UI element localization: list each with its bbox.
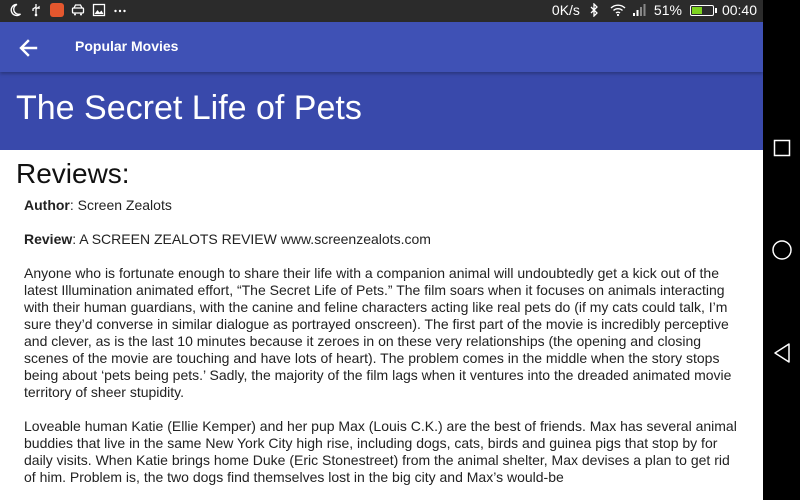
battery-level-fill [691, 6, 702, 14]
battery-icon [689, 4, 717, 16]
back-button[interactable] [14, 34, 42, 62]
system-navigation-bar [763, 0, 800, 500]
back-triangle-icon [774, 343, 790, 363]
review-paragraph: Loveable human Katie (Ellie Kemper) and … [24, 418, 737, 485]
toolbar-title: Popular Movies [75, 38, 179, 54]
reviews-content[interactable]: Reviews: Author: Screen Zealots Review: … [0, 150, 763, 500]
app-screen: 0K/s 51% 00:40 Popular Movies The Secret… [0, 0, 763, 500]
signal-icon [632, 3, 646, 17]
reviews-heading: Reviews: [16, 158, 130, 189]
review-item: Author: Screen Zealots Review: A SCREEN … [24, 197, 744, 500]
bluetooth-icon [588, 2, 602, 18]
car-icon [71, 3, 85, 17]
review-intro-line: Review: A SCREEN ZEALOTS REVIEW www.scre… [24, 231, 744, 248]
status-bar-left-icons [8, 3, 127, 17]
network-speed: 0K/s [551, 2, 580, 18]
usb-icon [29, 3, 43, 17]
arrow-back-icon [19, 39, 38, 57]
review-author: : Screen Zealots [69, 197, 172, 213]
review-intro: : A SCREEN ZEALOTS REVIEW www.screenzeal… [72, 231, 431, 247]
home-button[interactable] [771, 239, 793, 261]
image-icon [92, 3, 106, 17]
status-bar-right-info: 0K/s 51% 00:40 [552, 2, 757, 18]
moon-icon [8, 3, 22, 17]
status-bar: 0K/s 51% 00:40 [0, 0, 763, 22]
battery-percent: 51% [653, 2, 682, 18]
movie-title-header: The Secret Life of Pets [0, 72, 763, 150]
system-back-button[interactable] [771, 342, 793, 364]
movie-title: The Secret Life of Pets [16, 89, 362, 127]
more-dots-icon [113, 3, 127, 17]
recents-square-icon [773, 139, 791, 157]
review-label: Review [24, 231, 73, 247]
home-circle-icon [772, 240, 792, 260]
author-label: Author [24, 197, 70, 213]
review-paragraph: Anyone who is fortunate enough to share … [24, 265, 732, 400]
app-notification-icon [50, 3, 64, 17]
clock-time: 00:40 [721, 2, 757, 18]
recents-button[interactable] [771, 137, 793, 159]
wifi-icon [610, 3, 626, 17]
review-author-line: Author: Screen Zealots [24, 197, 744, 214]
app-toolbar: Popular Movies [0, 22, 763, 72]
